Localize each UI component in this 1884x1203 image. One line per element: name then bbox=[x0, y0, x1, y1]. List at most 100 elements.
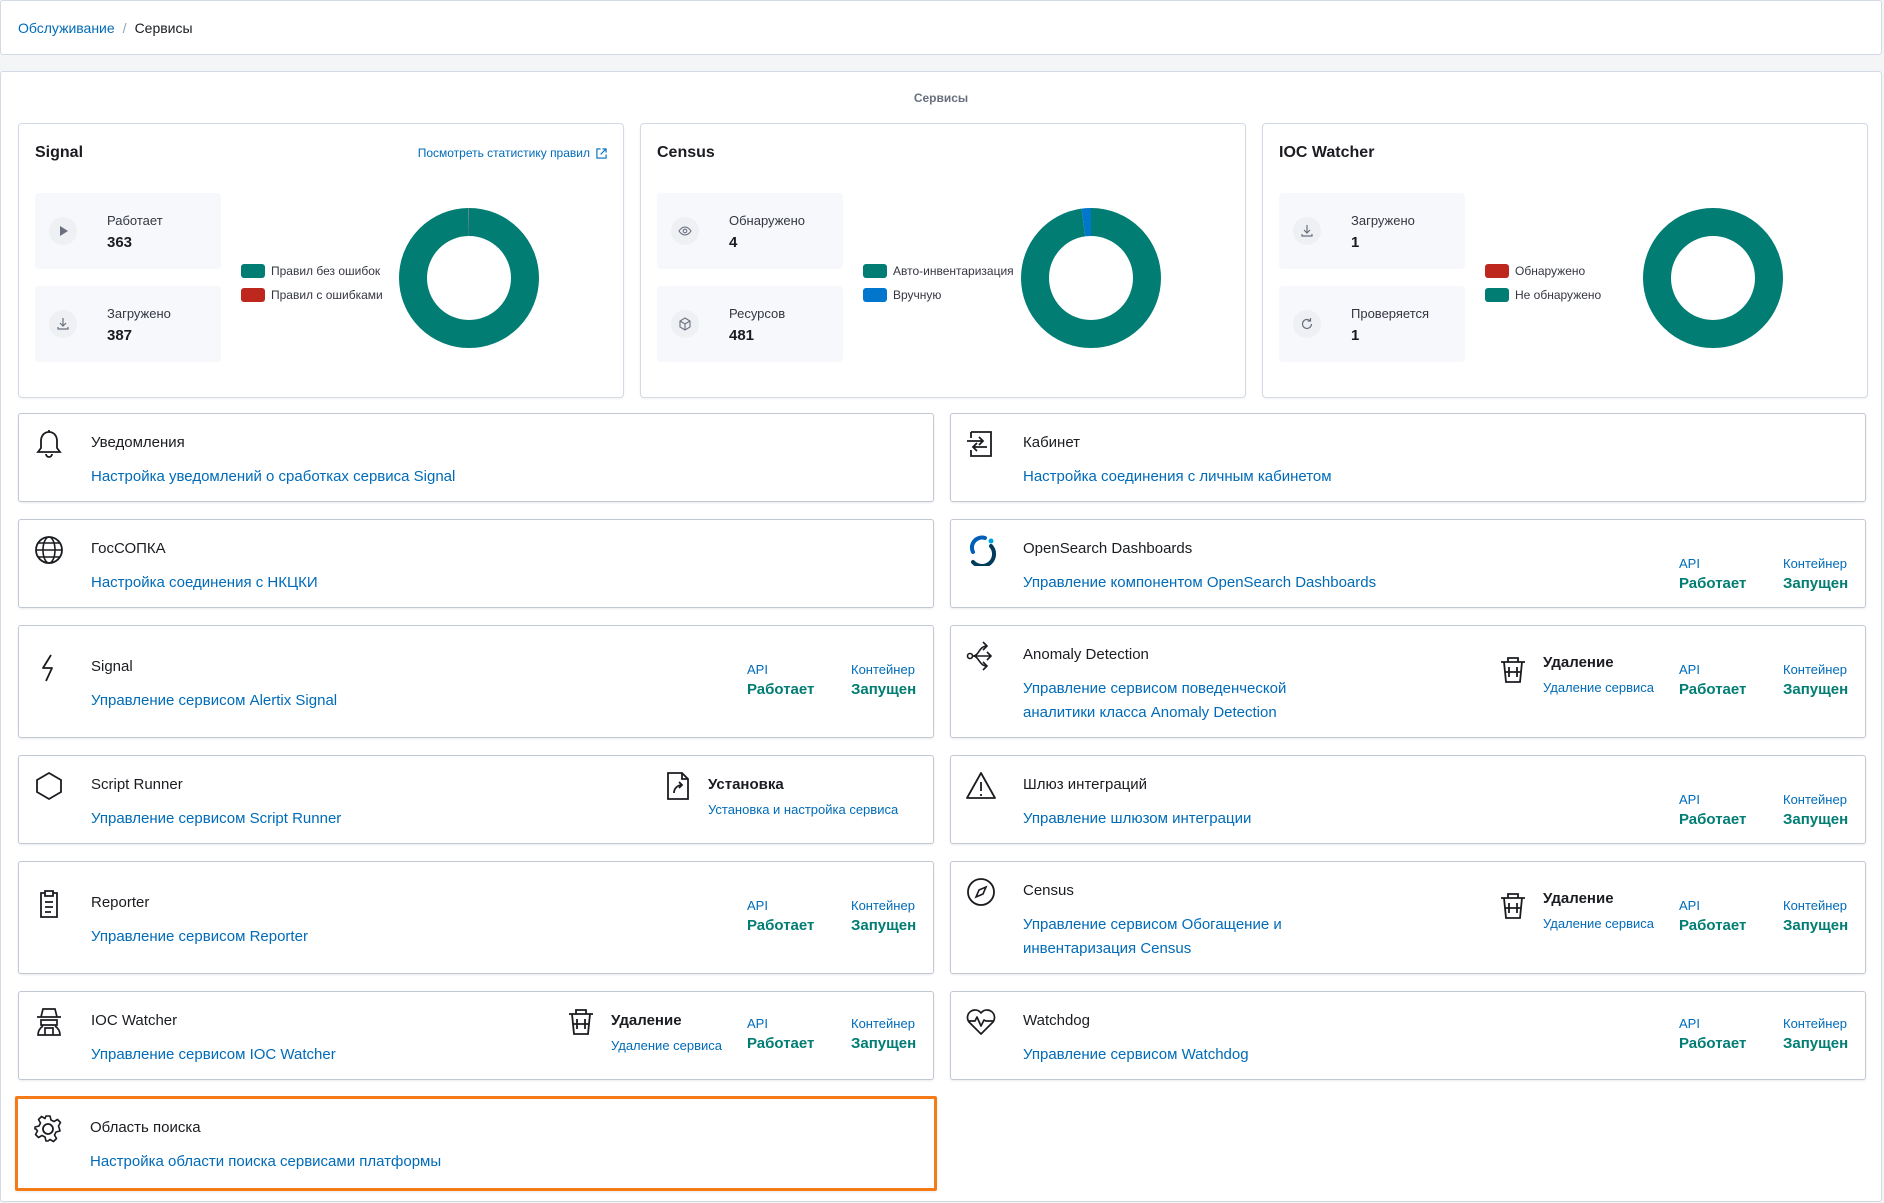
service-link[interactable]: Управление сервисом Обогащение и инвентар… bbox=[1023, 913, 1282, 961]
legend-swatch bbox=[1485, 288, 1509, 302]
metric-label: Ресурсов bbox=[729, 306, 786, 321]
service-link[interactable]: Управление шлюзом интеграции bbox=[1023, 807, 1251, 831]
legend-item: Не обнаружено bbox=[1485, 283, 1601, 307]
status-label: API bbox=[1679, 898, 1700, 913]
panel-title: Сервисы bbox=[913, 91, 969, 105]
service-link[interactable]: Управление сервисом Watchdog bbox=[1023, 1043, 1249, 1067]
service-title: IOC Watcher bbox=[91, 1012, 178, 1029]
service-link[interactable]: Управление сервисом Reporter bbox=[91, 925, 308, 949]
service-title: Шлюз интеграций bbox=[1023, 776, 1148, 793]
service-title: Anomaly Detection bbox=[1023, 646, 1149, 663]
legend-swatch bbox=[241, 264, 265, 278]
service-card-integration-gateway[interactable]: Шлюз интеграций Управление шлюзом интегр… bbox=[950, 755, 1866, 844]
service-link[interactable]: Настройка соединения с личным кабинетом bbox=[1023, 465, 1332, 489]
status-value: Работает bbox=[747, 1035, 815, 1052]
service-title: Область поиска bbox=[90, 1119, 201, 1136]
service-link-line: инвентаризация Census bbox=[1023, 940, 1192, 957]
metric-value: 481 bbox=[729, 327, 755, 344]
container-status: Контейнер Запущен bbox=[1783, 792, 1848, 828]
donut-slice bbox=[399, 208, 539, 348]
donut-chart-census bbox=[1021, 208, 1161, 348]
status-value: Запущен bbox=[851, 1035, 917, 1052]
legend-item: Авто-инвентаризация bbox=[863, 259, 1014, 283]
service-link[interactable]: Настройка области поиска сервисами платф… bbox=[90, 1150, 441, 1174]
install-service-link[interactable]: Установка и настройка сервиса bbox=[708, 802, 898, 817]
container-status: Контейнер Запущен bbox=[1783, 898, 1848, 934]
globe-icon bbox=[33, 534, 65, 566]
service-card-anomaly-detection[interactable]: Anomaly Detection Управление сервисом по… bbox=[950, 625, 1866, 738]
status-label: Контейнер bbox=[1783, 792, 1847, 807]
service-card-ioc-watcher[interactable]: IOC Watcher Управление сервисом IOC Watc… bbox=[18, 991, 934, 1080]
service-card-watchdog[interactable]: Watchdog Управление сервисом Watchdog AP… bbox=[950, 991, 1866, 1080]
service-link[interactable]: Настройка уведомлений о сработках сервис… bbox=[91, 465, 455, 489]
status-value: Работает bbox=[1679, 1035, 1747, 1052]
delete-service-link[interactable]: Удаление сервиса bbox=[1543, 680, 1654, 695]
delete-service-link[interactable]: Удаление сервиса bbox=[1543, 916, 1654, 931]
action-title: Удаление bbox=[1543, 890, 1614, 907]
stat-card-title: Signal bbox=[35, 144, 84, 161]
service-card-search-scope[interactable]: Область поиска Настройка области поиска … bbox=[15, 1096, 937, 1191]
status-label: API bbox=[1679, 1016, 1700, 1031]
file-arrow-icon bbox=[662, 770, 694, 802]
breadcrumb: Обслуживание / Сервисы bbox=[0, 0, 1882, 55]
service-card-signal[interactable]: Signal Управление сервисом Alertix Signa… bbox=[18, 625, 934, 738]
cube-icon bbox=[671, 310, 699, 338]
stat-card-ioc-watcher: IOC Watcher Загружено 1 Проверяется 1 Об… bbox=[1262, 123, 1868, 398]
metric-discovered: Обнаружено 4 bbox=[657, 193, 843, 269]
login-icon bbox=[965, 428, 997, 460]
metric-resources: Ресурсов 481 bbox=[657, 286, 843, 362]
download-icon bbox=[49, 310, 77, 338]
service-link-line: Управление сервисом поведенческой bbox=[1023, 680, 1287, 697]
page: Обслуживание / Сервисы Сервисы Signal По… bbox=[0, 0, 1884, 1203]
metric-label: Проверяется bbox=[1351, 306, 1430, 321]
service-card-census[interactable]: Census Управление сервисом Обогащение и и… bbox=[950, 861, 1866, 974]
api-status: API Работает bbox=[1679, 662, 1746, 698]
chart-legend: Авто-инвентаризация Вручную bbox=[863, 259, 1014, 307]
service-card-cabinet[interactable]: Кабинет Настройка соединения с личным ка… bbox=[950, 413, 1866, 502]
bell-icon bbox=[33, 428, 65, 460]
status-value: Работает bbox=[747, 917, 815, 934]
delete-service-action[interactable]: Удаление Удаление сервиса bbox=[1497, 890, 1654, 931]
legend-swatch bbox=[863, 288, 887, 302]
service-card-gossopka[interactable]: ГосСОПКА Настройка соединения с НКЦКИ bbox=[18, 519, 934, 608]
service-link[interactable]: Управление компонентом OpenSearch Dashbo… bbox=[1023, 571, 1376, 595]
service-title: OpenSearch Dashboards bbox=[1023, 540, 1193, 557]
service-card-script-runner[interactable]: Script Runner Управление сервисом Script… bbox=[18, 755, 934, 844]
container-status: Контейнер Запущен bbox=[851, 662, 916, 698]
delete-service-action[interactable]: Удаление Удаление сервиса bbox=[565, 1006, 722, 1053]
compass-icon bbox=[965, 876, 997, 908]
chart-legend: Правил без ошибок Правил с ошибками bbox=[241, 259, 383, 307]
metric-checking: Проверяется 1 bbox=[1279, 286, 1465, 362]
service-card-notifications[interactable]: Уведомления Настройка уведомлений о сраб… bbox=[18, 413, 934, 502]
warning-icon bbox=[965, 770, 997, 802]
status-label: Контейнер bbox=[1783, 1016, 1847, 1031]
spy-icon bbox=[33, 1006, 65, 1038]
donut-slice bbox=[1021, 208, 1161, 348]
breadcrumb-current: Сервисы bbox=[134, 19, 193, 36]
service-link[interactable]: Управление сервисом IOC Watcher bbox=[91, 1043, 336, 1067]
service-link[interactable]: Управление сервисом Script Runner bbox=[91, 807, 341, 831]
status-label: Контейнер bbox=[851, 898, 915, 913]
status-label: API bbox=[747, 1016, 768, 1031]
services-panel: Сервисы Signal Посмотреть статистику пра… bbox=[0, 71, 1882, 1202]
delete-service-link[interactable]: Удаление сервиса bbox=[611, 1038, 722, 1053]
service-card-opensearch[interactable]: OpenSearch Dashboards Управление компоне… bbox=[950, 519, 1866, 608]
breadcrumb-link-maintenance[interactable]: Обслуживание bbox=[18, 20, 115, 36]
service-link[interactable]: Управление сервисом Alertix Signal bbox=[91, 689, 337, 713]
service-card-reporter[interactable]: Reporter Управление сервисом Reporter AP… bbox=[18, 861, 934, 974]
service-title: ГосСОПКА bbox=[91, 540, 166, 557]
gear-icon bbox=[32, 1113, 64, 1145]
delete-service-action[interactable]: Удаление Удаление сервиса bbox=[1497, 654, 1654, 695]
status-value: Работает bbox=[1679, 811, 1747, 828]
status-label: API bbox=[1679, 792, 1700, 807]
eye-icon bbox=[671, 217, 699, 245]
service-link[interactable]: Управление сервисом поведенческой аналити… bbox=[1023, 677, 1286, 725]
service-link[interactable]: Настройка соединения с НКЦКИ bbox=[91, 571, 318, 595]
api-status: API Работает bbox=[747, 662, 814, 698]
view-rule-stats-link[interactable]: Посмотреть статистику правил bbox=[418, 146, 607, 160]
service-link-line: аналитики класса Anomaly Detection bbox=[1023, 704, 1277, 721]
status-label: Контейнер bbox=[1783, 898, 1847, 913]
status-label: Контейнер bbox=[1783, 556, 1847, 571]
download-icon bbox=[1293, 217, 1321, 245]
install-service-action[interactable]: Установка Установка и настройка сервиса bbox=[662, 770, 898, 817]
